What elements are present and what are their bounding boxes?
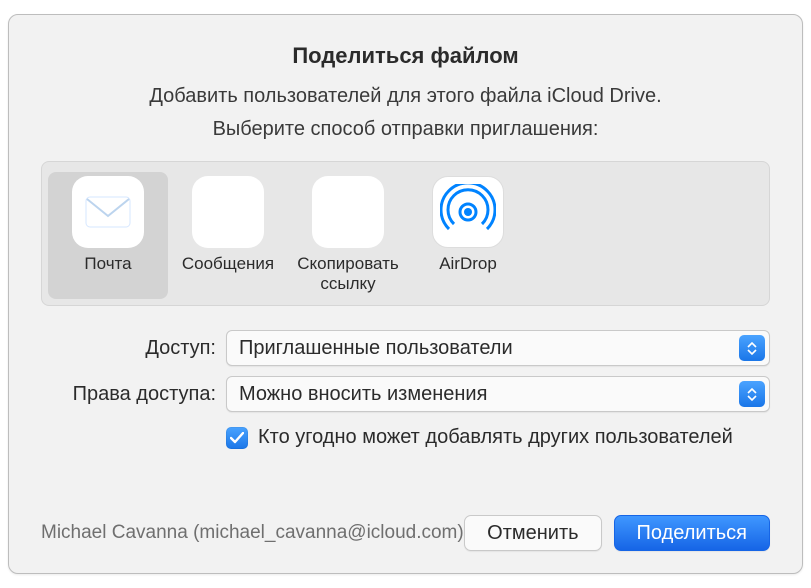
- access-label: Доступ:: [41, 337, 216, 360]
- method-mail[interactable]: Почта: [48, 172, 168, 299]
- airdrop-icon: [432, 176, 504, 248]
- method-mail-label: Почта: [84, 254, 131, 274]
- dialog-title: Поделиться файлом: [41, 43, 770, 69]
- link-icon: [312, 176, 384, 248]
- method-copy-link-label: Скопировать ссылку: [290, 254, 406, 293]
- access-value: Приглашенные пользователи: [239, 337, 513, 360]
- method-airdrop[interactable]: AirDrop: [408, 172, 528, 299]
- permission-label: Права доступа:: [41, 383, 216, 406]
- share-methods: Почта Сообщения Скопировать ссылку: [41, 161, 770, 306]
- dialog-subtitle: Добавить пользователей для этого файла i…: [41, 85, 770, 108]
- mail-icon: [72, 176, 144, 248]
- share-button[interactable]: Поделиться: [614, 515, 770, 551]
- dialog-buttons: Отменить Поделиться: [464, 515, 770, 551]
- messages-icon: [192, 176, 264, 248]
- permission-select[interactable]: Можно вносить изменения: [226, 376, 770, 412]
- anyone-can-add-label: Кто угодно может добавлять других пользо…: [258, 426, 733, 449]
- dialog-instruction: Выберите способ отправки приглашения:: [41, 118, 770, 141]
- dialog-footer: Michael Cavanna (michael_cavanna@icloud.…: [41, 497, 770, 551]
- select-arrows-icon: [739, 381, 765, 407]
- account-info: Michael Cavanna (michael_cavanna@icloud.…: [41, 522, 464, 544]
- permission-value: Можно вносить изменения: [239, 383, 487, 406]
- cancel-button[interactable]: Отменить: [464, 515, 601, 551]
- check-icon: [230, 432, 244, 444]
- method-airdrop-label: AirDrop: [439, 254, 497, 274]
- share-settings: Доступ: Приглашенные пользователи Права …: [41, 330, 770, 449]
- access-select[interactable]: Приглашенные пользователи: [226, 330, 770, 366]
- method-messages-label: Сообщения: [182, 254, 274, 274]
- method-messages[interactable]: Сообщения: [168, 172, 288, 299]
- share-panel: Поделиться файлом Добавить пользователей…: [8, 14, 803, 574]
- method-copy-link[interactable]: Скопировать ссылку: [288, 172, 408, 299]
- select-arrows-icon: [739, 335, 765, 361]
- anyone-can-add-checkbox[interactable]: [226, 427, 248, 449]
